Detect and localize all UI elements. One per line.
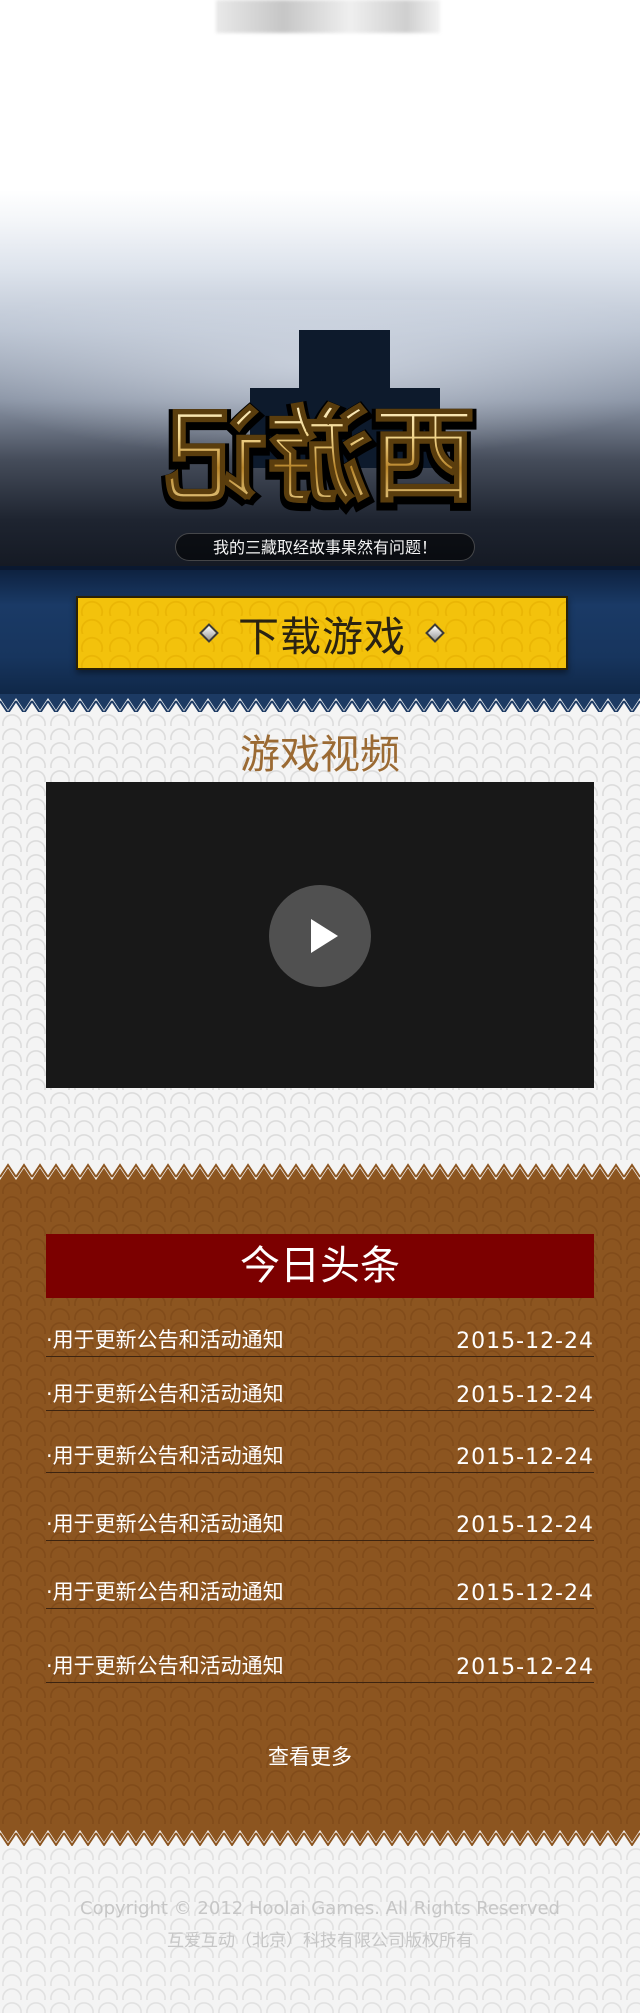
news-item-title[interactable]: ·用于更新公告和活动通知 [46,1440,284,1470]
news-item[interactable]: ·用于更新公告和活动通知 2015-12-24 [46,1326,594,1357]
play-icon [311,919,338,953]
diamond-icon-left [199,623,219,643]
page: 西游记 西游记 我的三藏取经故事果然有问题！ 下载游戏 游戏视频 今日头条 ·用… [0,0,640,2013]
view-more-link[interactable]: 查看更多 [0,1741,620,1771]
video-section: 游戏视频 [0,712,640,1172]
footer-company: 互爱互动（北京）科技有限公司版权所有 [167,1931,473,1951]
news-section: 今日头条 ·用于更新公告和活动通知 2015-12-24 ·用于更新公告和活动通… [0,1180,640,1840]
news-item-date: 2015-12-24 [456,1513,594,1538]
download-button-label: 下载游戏 [238,613,406,661]
news-item[interactable]: ·用于更新公告和活动通知 2015-12-24 [46,1510,594,1541]
game-logo: 西游记 西游记 [159,393,481,522]
video-player[interactable] [46,782,594,1088]
news-item-date: 2015-12-24 [456,1383,594,1408]
footer: Copyright © 2012 Hoolai Games. All Right… [0,1846,640,2013]
hero-top-image [216,0,440,33]
hero-banner: 西游记 西游记 我的三藏取经故事果然有问题！ [0,0,640,566]
download-game-button[interactable]: 下载游戏 [76,596,568,670]
news-item-title[interactable]: ·用于更新公告和活动通知 [46,1378,284,1408]
download-band: 下载游戏 [0,566,640,696]
news-header: 今日头条 [46,1234,594,1298]
news-item-title[interactable]: ·用于更新公告和活动通知 [46,1508,284,1538]
footer-copyright: Copyright © 2012 Hoolai Games. All Right… [80,1898,560,1919]
diamond-icon-right [425,623,445,643]
news-item-title[interactable]: ·用于更新公告和活动通知 [46,1576,284,1606]
logo-text: 西游记 [164,394,476,517]
play-button[interactable] [269,885,371,987]
news-item-title[interactable]: ·用于更新公告和活动通知 [46,1324,284,1354]
news-item[interactable]: ·用于更新公告和活动通知 2015-12-24 [46,1652,594,1683]
news-item[interactable]: ·用于更新公告和活动通知 2015-12-24 [46,1578,594,1609]
slogan-pill: 我的三藏取经故事果然有问题！ [175,533,475,561]
news-item-title[interactable]: ·用于更新公告和活动通知 [46,1650,284,1680]
news-item-date: 2015-12-24 [456,1445,594,1470]
news-item-date: 2015-12-24 [456,1655,594,1680]
news-item-date: 2015-12-24 [456,1581,594,1606]
news-item[interactable]: ·用于更新公告和活动通知 2015-12-24 [46,1380,594,1411]
news-item[interactable]: ·用于更新公告和活动通知 2015-12-24 [46,1442,594,1473]
video-section-title: 游戏视频 [240,732,400,778]
news-item-date: 2015-12-24 [456,1329,594,1354]
